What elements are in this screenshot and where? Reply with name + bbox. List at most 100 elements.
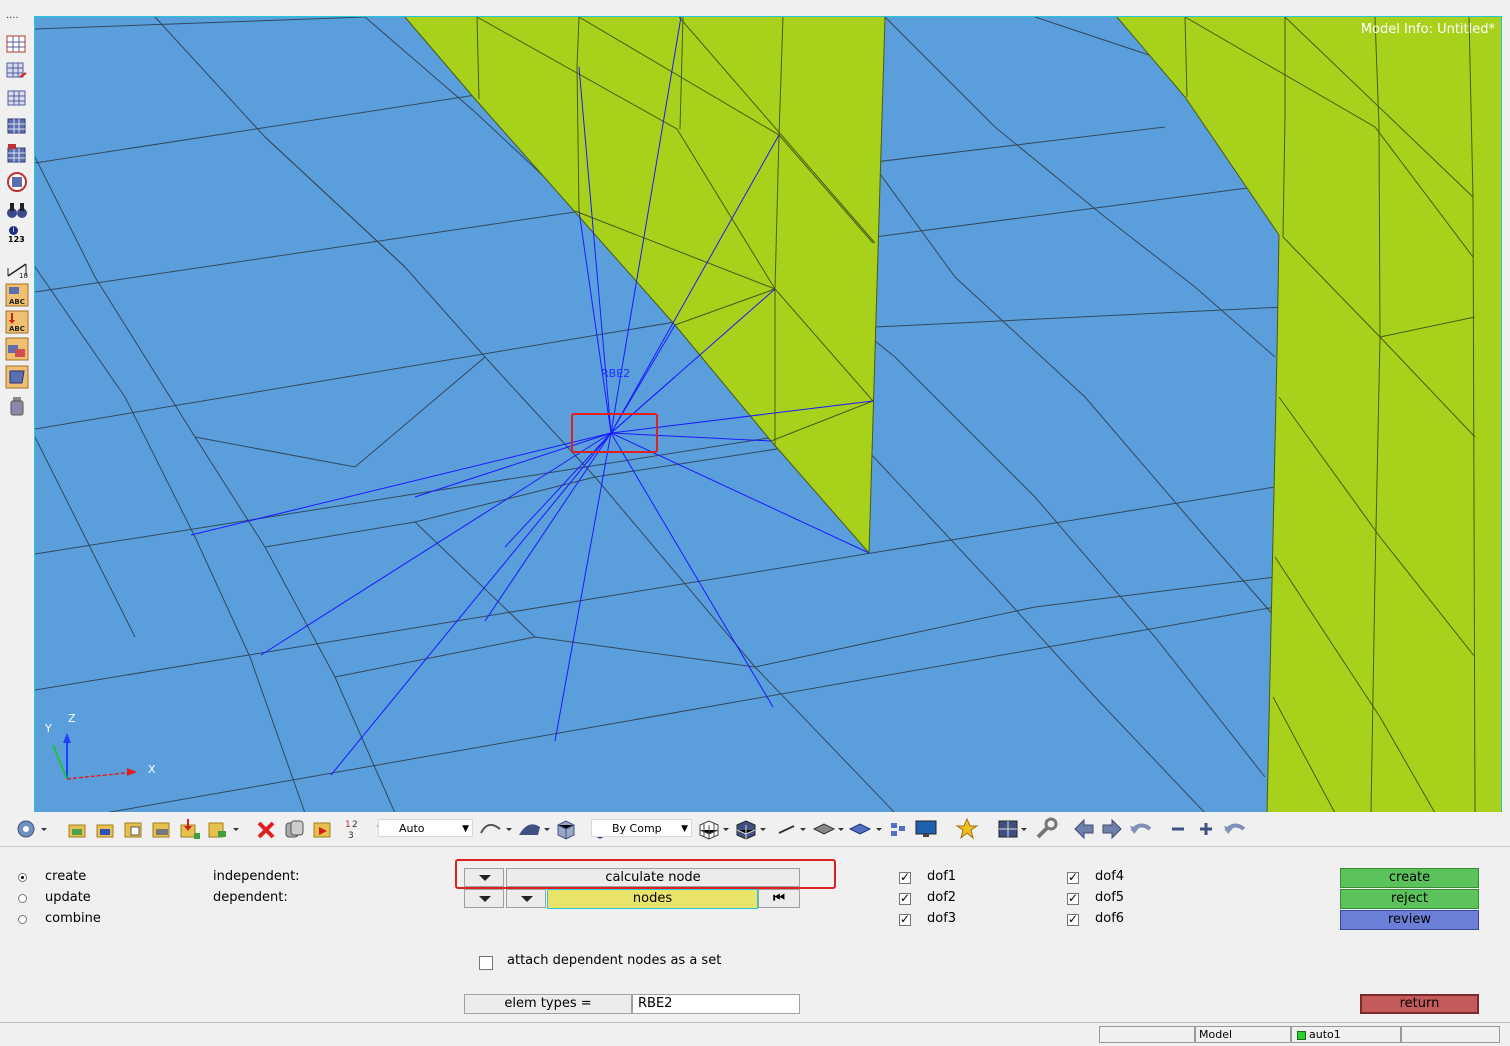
graphics-viewport[interactable]: Model Info: Untitled* RBE2 Y Z X: [34, 16, 1502, 814]
reset-selection-button[interactable]: ⏮: [758, 889, 800, 908]
mesh-panel-icon[interactable]: [5, 114, 29, 138]
review-button[interactable]: review: [1340, 910, 1479, 930]
review-folder-icon[interactable]: [311, 817, 335, 841]
status-message-field: [1099, 1026, 1195, 1043]
dof2-checkbox[interactable]: [899, 891, 911, 905]
open-model-icon[interactable]: [94, 817, 118, 841]
attach-dependent-set-label: attach dependent nodes as a set: [507, 953, 722, 968]
renumber-icon[interactable]: 1 23: [339, 817, 363, 841]
find-panel-icon[interactable]: [5, 59, 29, 83]
radio-button[interactable]: [18, 914, 27, 924]
dependent-selection-dropdown[interactable]: [506, 889, 546, 908]
find-attached-icon[interactable]: [5, 170, 29, 194]
rbe2-element-label[interactable]: RBE2: [601, 367, 630, 380]
radio-button[interactable]: [18, 893, 27, 903]
collector-color-icon: [1297, 1031, 1306, 1040]
zoom-in-icon[interactable]: [1196, 817, 1216, 841]
dof3-label: dof3: [927, 911, 957, 926]
settings-wheel-icon[interactable]: [14, 817, 48, 841]
mode-combine-radio[interactable]: combine: [18, 910, 101, 928]
dof4-label: dof4: [1095, 869, 1125, 884]
svg-text:ABC: ABC: [9, 325, 25, 333]
left-toolbar: .... i 123 10 ABC ABC: [0, 0, 34, 812]
dof6-label: dof6: [1095, 911, 1125, 926]
mode-update-label: update: [45, 890, 91, 905]
dof3-checkbox[interactable]: [899, 912, 911, 926]
model-info: Model Info: Untitled*: [1360, 22, 1495, 37]
shaded-geometry-icon[interactable]: [478, 817, 514, 841]
arrow-left-icon[interactable]: [1072, 817, 1096, 841]
wireframe-mesh-icon[interactable]: [697, 817, 733, 841]
return-button[interactable]: return: [1360, 994, 1479, 1014]
dof4-checkbox[interactable]: [1067, 870, 1079, 884]
dependent-label: dependent:: [213, 890, 288, 905]
viewport-layout-icon[interactable]: [996, 817, 1032, 841]
components-visibility-icon[interactable]: [5, 337, 29, 361]
radio-button[interactable]: [18, 872, 27, 882]
no-mesh-panel-icon[interactable]: [5, 142, 29, 166]
undo-icon[interactable]: [1128, 817, 1154, 841]
svg-text:2: 2: [352, 820, 358, 830]
elem-types-button[interactable]: elem types =: [464, 994, 632, 1014]
shaded-mesh-icon[interactable]: [734, 817, 770, 841]
delete-icon[interactable]: [256, 817, 276, 841]
display-stack-icon[interactable]: [283, 817, 307, 841]
node-mass-icon[interactable]: [5, 365, 29, 389]
tools-wrench-icon[interactable]: [1034, 817, 1058, 841]
svg-text:10: 10: [19, 272, 28, 280]
dof6-checkbox[interactable]: [1067, 912, 1079, 926]
reset-icon: ⏮: [773, 891, 785, 906]
1d-elements-icon[interactable]: [776, 817, 810, 841]
export-icon[interactable]: [178, 817, 202, 841]
weight-icon[interactable]: [5, 394, 29, 418]
dof5-checkbox[interactable]: [1067, 891, 1079, 905]
numbers-icon[interactable]: i 123: [8, 226, 28, 250]
display-mode-value: Auto: [399, 822, 425, 835]
create-button[interactable]: create: [1340, 868, 1479, 888]
label-components-icon[interactable]: ABC: [5, 283, 29, 307]
arrow-right-icon[interactable]: [1100, 817, 1124, 841]
attach-dependent-set-checkbox[interactable]: [479, 956, 493, 970]
import-components-icon[interactable]: [66, 817, 90, 841]
redo-icon[interactable]: [1222, 817, 1248, 841]
color-mode-dropdown[interactable]: By Comp ▼: [591, 819, 692, 837]
binoculars-icon[interactable]: [5, 198, 29, 222]
dof1-label: dof1: [927, 869, 957, 884]
dof5-label: dof5: [1095, 890, 1125, 905]
elem-types-field[interactable]: RBE2: [632, 994, 800, 1014]
axis-x-label: X: [148, 763, 156, 776]
highlight-box-independent: [455, 859, 836, 889]
mode-create-radio[interactable]: create: [18, 868, 86, 886]
solid-view-icon[interactable]: [554, 817, 578, 841]
mode-update-radio[interactable]: update: [18, 889, 91, 907]
dependent-nodes-selector[interactable]: nodes: [547, 889, 758, 909]
distance-icon[interactable]: 10: [5, 256, 29, 280]
favorites-star-icon[interactable]: [955, 817, 979, 841]
current-collector-field[interactable]: auto1: [1291, 1026, 1401, 1043]
geometry-panel-icon[interactable]: [5, 86, 29, 110]
element-groups-icon[interactable]: [888, 817, 908, 841]
axis-z-label: Z: [68, 712, 76, 725]
save-model-icon[interactable]: [150, 817, 174, 841]
dependent-type-dropdown[interactable]: [464, 889, 504, 908]
status-extra-field: [1401, 1026, 1500, 1043]
label-elements-icon[interactable]: ABC: [5, 310, 29, 334]
run-solver-icon[interactable]: [206, 817, 240, 841]
model-render: [35, 17, 1501, 813]
reject-button[interactable]: reject: [1340, 889, 1479, 909]
open-file-icon[interactable]: [122, 817, 146, 841]
shell-surface-right: [1116, 17, 1501, 813]
menu-dots-icon[interactable]: ....: [6, 11, 28, 21]
2d-elements-icon[interactable]: [812, 817, 846, 841]
3d-elements-icon[interactable]: [848, 817, 884, 841]
dof1-checkbox[interactable]: [899, 870, 911, 884]
svg-text:1: 1: [345, 820, 351, 830]
display-mode-dropdown[interactable]: Auto ▼: [378, 819, 473, 837]
shaded-surface-icon[interactable]: [516, 817, 552, 841]
display-monitor-icon[interactable]: [914, 817, 938, 841]
bottom-toolbar: 123 Auto ▼ By Comp ▼: [0, 812, 1510, 847]
mask-panel-icon[interactable]: [5, 32, 29, 56]
color-mode-value: By Comp: [612, 822, 662, 835]
zoom-out-icon[interactable]: [1168, 817, 1188, 841]
highlight-box-rbe2-node: [571, 413, 658, 453]
